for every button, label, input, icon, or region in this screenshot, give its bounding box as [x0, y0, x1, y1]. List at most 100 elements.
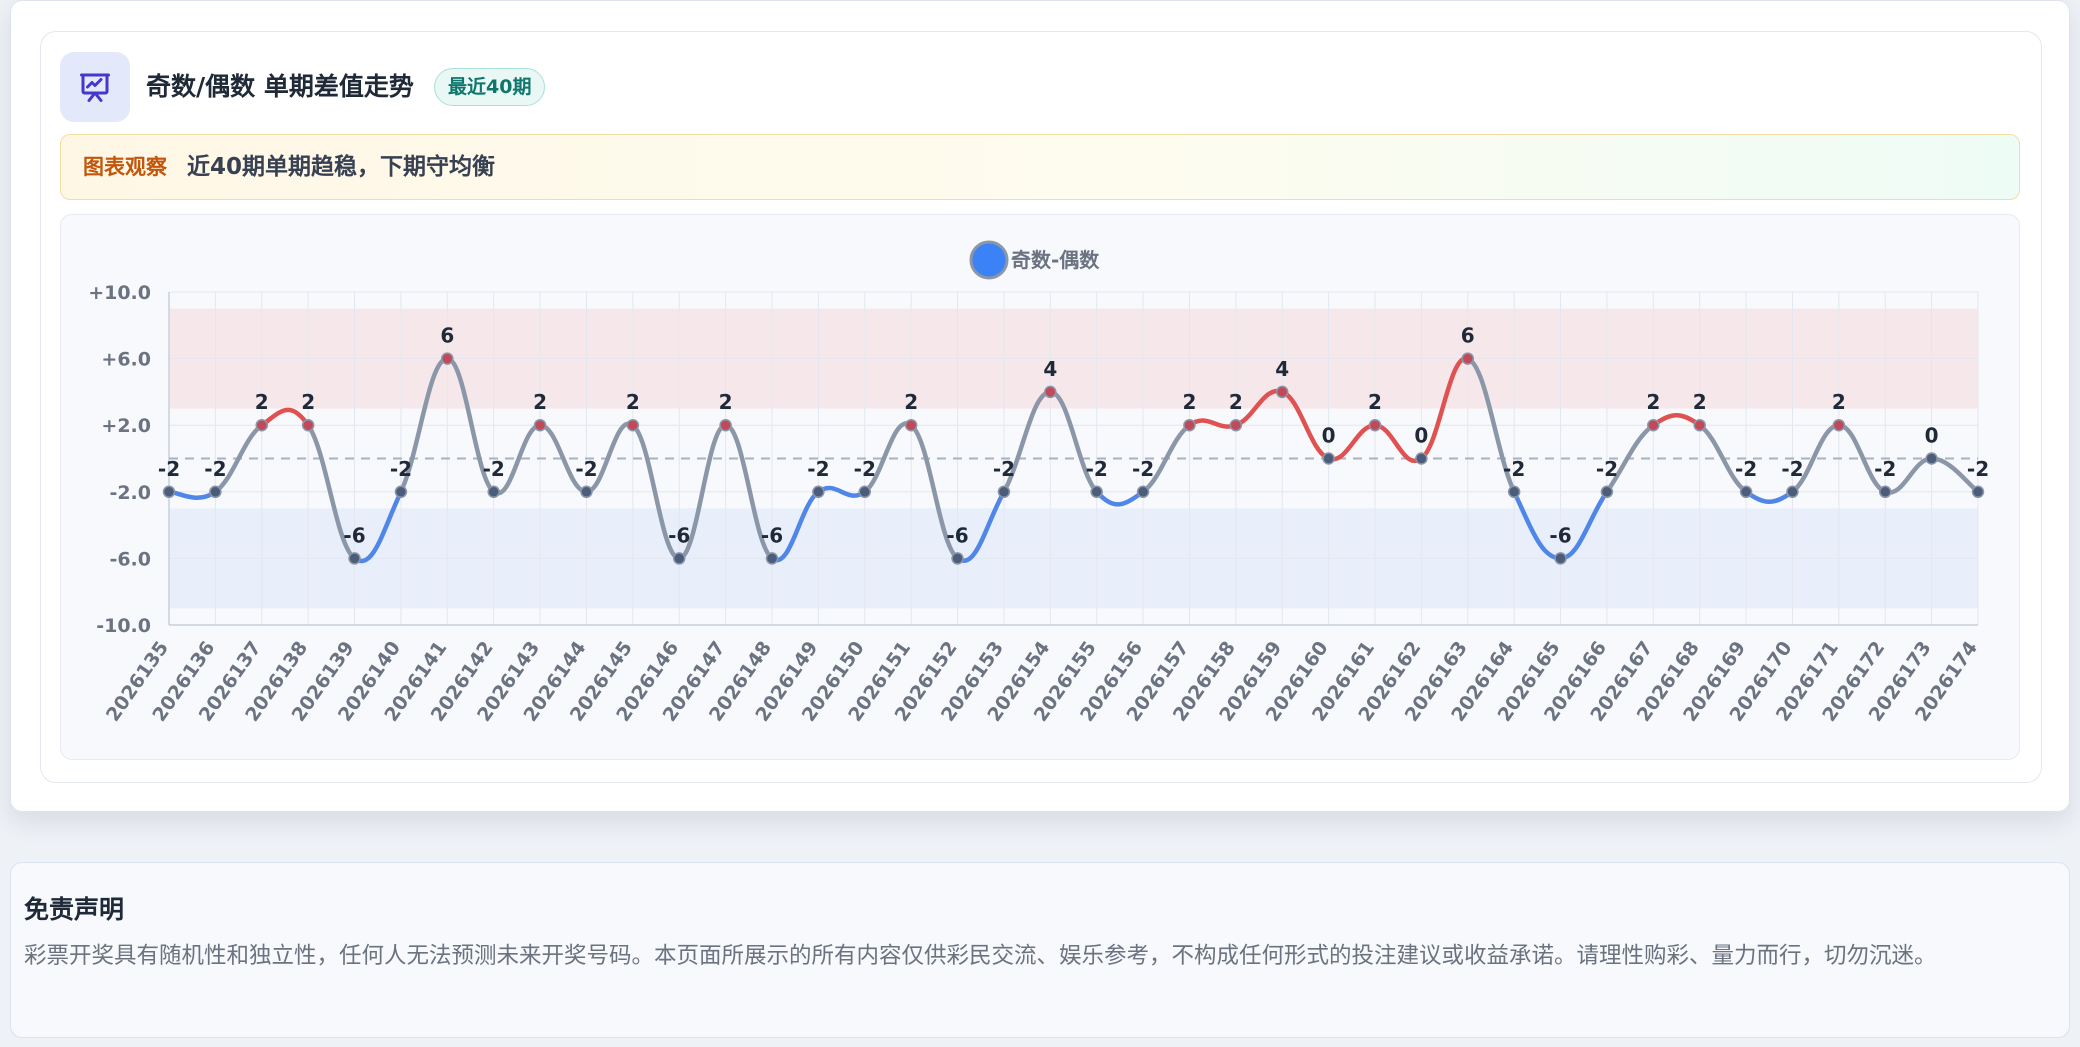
data-label: -2 [483, 457, 505, 481]
data-point [1368, 418, 1382, 432]
observation-tag: 图表观察 [83, 155, 167, 179]
period-badge: 最近40期 [434, 68, 546, 106]
data-point [1739, 485, 1753, 499]
disclaimer-title: 免责声明 [24, 895, 125, 924]
data-label: -6 [761, 523, 783, 547]
data-point [858, 485, 872, 499]
data-point [580, 485, 593, 499]
data-label: -2 [1874, 457, 1896, 481]
data-label: 2 [1183, 390, 1197, 414]
data-label: -6 [668, 523, 690, 547]
data-label: 2 [904, 390, 918, 414]
legend-marker [969, 240, 1009, 280]
data-label: 0 [1414, 424, 1428, 448]
series-line-segment [1743, 489, 1795, 505]
data-point [1832, 418, 1846, 432]
data-label: -2 [1735, 457, 1757, 481]
data-label: -2 [1086, 457, 1108, 481]
data-point [1322, 452, 1335, 465]
data-label: 6 [1461, 324, 1475, 348]
data-point [441, 352, 454, 365]
data-point [765, 552, 779, 565]
data-label: -2 [807, 457, 829, 481]
data-point [904, 418, 918, 432]
data-point [394, 485, 408, 499]
data-label: -2 [1503, 457, 1525, 481]
data-point [997, 485, 1011, 499]
data-label: -2 [1132, 457, 1154, 481]
y-tick-label: -10.0 [96, 615, 151, 637]
data-label: -2 [204, 457, 226, 481]
data-label: -2 [158, 457, 180, 481]
data-point [1600, 485, 1614, 499]
series-line-segment [166, 489, 218, 500]
data-point [1275, 385, 1289, 399]
data-label: 2 [533, 390, 547, 414]
data-point [1786, 485, 1799, 499]
chart-title: 奇数/偶数 单期差值走势 [146, 72, 414, 101]
chart-observation: 图表观察 近40期单期趋稳，下期守均衡 [60, 134, 2020, 200]
data-point [1878, 485, 1892, 499]
data-point [1971, 485, 1985, 499]
y-tick-label: -2.0 [109, 482, 151, 504]
data-point [301, 418, 315, 432]
data-point [1554, 552, 1567, 565]
data-label: 2 [1693, 390, 1707, 414]
y-tick-label: +10.0 [88, 282, 151, 304]
data-point [1044, 385, 1057, 399]
presentation-chart-icon [60, 52, 130, 122]
data-point [1461, 352, 1475, 365]
data-label: 2 [626, 390, 640, 414]
data-label: -2 [1781, 457, 1803, 481]
data-point [533, 418, 547, 432]
data-label: -6 [343, 523, 365, 547]
data-label: 2 [1229, 390, 1243, 414]
data-point [487, 485, 500, 499]
y-tick-label: -6.0 [109, 548, 151, 570]
data-label: -2 [854, 457, 876, 481]
data-point [209, 485, 222, 499]
data-label: 4 [1043, 357, 1057, 381]
data-point [812, 485, 825, 499]
data-label: -2 [1967, 457, 1989, 481]
data-label: 0 [1925, 424, 1939, 448]
data-point [1925, 452, 1938, 465]
data-point [1415, 452, 1428, 465]
data-point [1136, 485, 1150, 499]
data-label: 2 [255, 390, 269, 414]
data-point [348, 552, 361, 565]
data-point [626, 418, 640, 432]
data-point [1647, 418, 1660, 432]
data-point [1229, 418, 1243, 432]
observation-text: 近40期单期趋稳，下期守均衡 [187, 154, 496, 180]
data-label: 2 [1368, 390, 1382, 414]
data-point [1090, 485, 1103, 499]
data-point [1507, 485, 1521, 499]
series-line-segment [1651, 412, 1702, 428]
y-tick-label: +6.0 [101, 349, 151, 371]
series-line-segment [1094, 489, 1146, 507]
data-label: 6 [440, 324, 454, 348]
data-label: -2 [575, 457, 597, 481]
chart-panel: +10.0 +6.0 +2.0 -2.0 -6.0 -10.0 2026135 2026136… [60, 214, 2020, 760]
data-label: 2 [301, 390, 315, 414]
data-point [1183, 418, 1196, 432]
data-label: -2 [993, 457, 1015, 481]
data-point [162, 485, 176, 499]
data-point [1693, 418, 1706, 432]
data-label: -6 [1549, 523, 1571, 547]
y-tick-label: +2.0 [101, 415, 151, 437]
data-point [255, 418, 269, 432]
data-label: -2 [1596, 457, 1618, 481]
disclaimer-text: 彩票开奖具有随机性和独立性，任何人无法预测未来开奖号码。本页面所展示的所有内容仅… [24, 943, 1937, 969]
data-label: 2 [1832, 390, 1846, 414]
legend-label: 奇数-偶数 [1011, 248, 1100, 272]
data-label: 0 [1322, 424, 1336, 448]
data-label: 2 [1646, 390, 1660, 414]
chart-legend: 奇数-偶数 [969, 240, 1100, 280]
data-point [719, 418, 732, 432]
data-label: -2 [390, 457, 412, 481]
data-label: 2 [719, 390, 733, 414]
data-label: 4 [1275, 357, 1289, 381]
data-label: -6 [946, 523, 968, 547]
